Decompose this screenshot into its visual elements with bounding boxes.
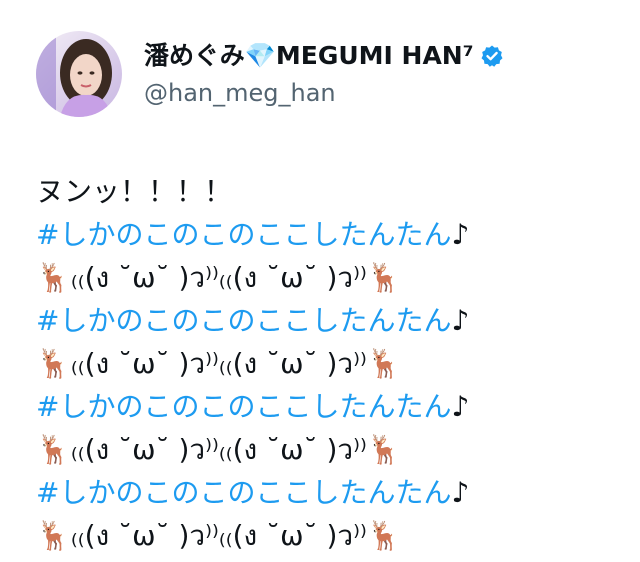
tweet-line-text: ヌンッ！！！！ xyxy=(36,175,233,208)
tweet-line-text: 🦌₍₍(ง ˘ω˘ )ว⁾⁾₍₍(ง ˘ω˘ )ว⁾⁾🦌 xyxy=(36,433,402,466)
tweet-line: 🦌₍₍(ง ˘ω˘ )ว⁾⁾₍₍(ง ˘ω˘ )ว⁾⁾🦌 xyxy=(36,428,626,471)
hashtag-link[interactable]: #しかのこのこのここしたんたん xyxy=(36,304,451,337)
tweet-line: 🦌₍₍(ง ˘ω˘ )ว⁾⁾₍₍(ง ˘ω˘ )ว⁾⁾🦌 xyxy=(36,342,626,385)
tweet-line: #しかのこのこのここしたんたん♪ xyxy=(36,471,626,514)
tweet-line-text: 🦌₍₍(ง ˘ω˘ )ว⁾⁾₍₍(ง ˘ω˘ )ว⁾⁾🦌 xyxy=(36,347,402,380)
tweet-line: 🦌₍₍(ง ˘ω˘ )ว⁾⁾₍₍(ง ˘ω˘ )ว⁾⁾🦌 xyxy=(36,514,626,557)
author-names: 潘めぐみ💎MEGUMI HAN⁷ @han_meg_han xyxy=(144,39,504,109)
display-name[interactable]: 潘めぐみ💎MEGUMI HAN⁷ xyxy=(144,39,474,73)
verified-badge-icon xyxy=(480,44,504,68)
display-name-row[interactable]: 潘めぐみ💎MEGUMI HAN⁷ xyxy=(144,39,504,73)
tweet-line: 🦌₍₍(ง ˘ω˘ )ว⁾⁾₍₍(ง ˘ω˘ )ว⁾⁾🦌 xyxy=(36,256,626,299)
tweet-text: ヌンッ！！！！ #しかのこのこのここしたんたん♪ 🦌₍₍(ง ˘ω˘ )ว⁾⁾₍₍(… xyxy=(36,170,626,557)
music-note: ♪ xyxy=(451,218,470,251)
hashtag-link[interactable]: #しかのこのこのここしたんたん xyxy=(36,218,451,251)
tweet-line: #しかのこのこのここしたんたん♪ xyxy=(36,299,626,342)
tweet-line-text: 🦌₍₍(ง ˘ω˘ )ว⁾⁾₍₍(ง ˘ω˘ )ว⁾⁾🦌 xyxy=(36,519,402,552)
tweet-line-text: 🦌₍₍(ง ˘ω˘ )ว⁾⁾₍₍(ง ˘ω˘ )ว⁾⁾🦌 xyxy=(36,261,402,294)
author-handle[interactable]: @han_meg_han xyxy=(144,77,504,109)
tweet-header: 潘めぐみ💎MEGUMI HAN⁷ @han_meg_han xyxy=(36,28,504,120)
music-note: ♪ xyxy=(451,390,470,423)
music-note: ♪ xyxy=(451,304,470,337)
hashtag-link[interactable]: #しかのこのこのここしたんたん xyxy=(36,476,451,509)
tweet-line: #しかのこのこのここしたんたん♪ xyxy=(36,385,626,428)
avatar-image xyxy=(36,31,122,117)
hashtag-link[interactable]: #しかのこのこのここしたんたん xyxy=(36,390,451,423)
music-note: ♪ xyxy=(451,476,470,509)
avatar[interactable] xyxy=(36,31,122,117)
tweet-line: ヌンッ！！！！ xyxy=(36,170,626,213)
tweet-line: #しかのこのこのここしたんたん♪ xyxy=(36,213,626,256)
